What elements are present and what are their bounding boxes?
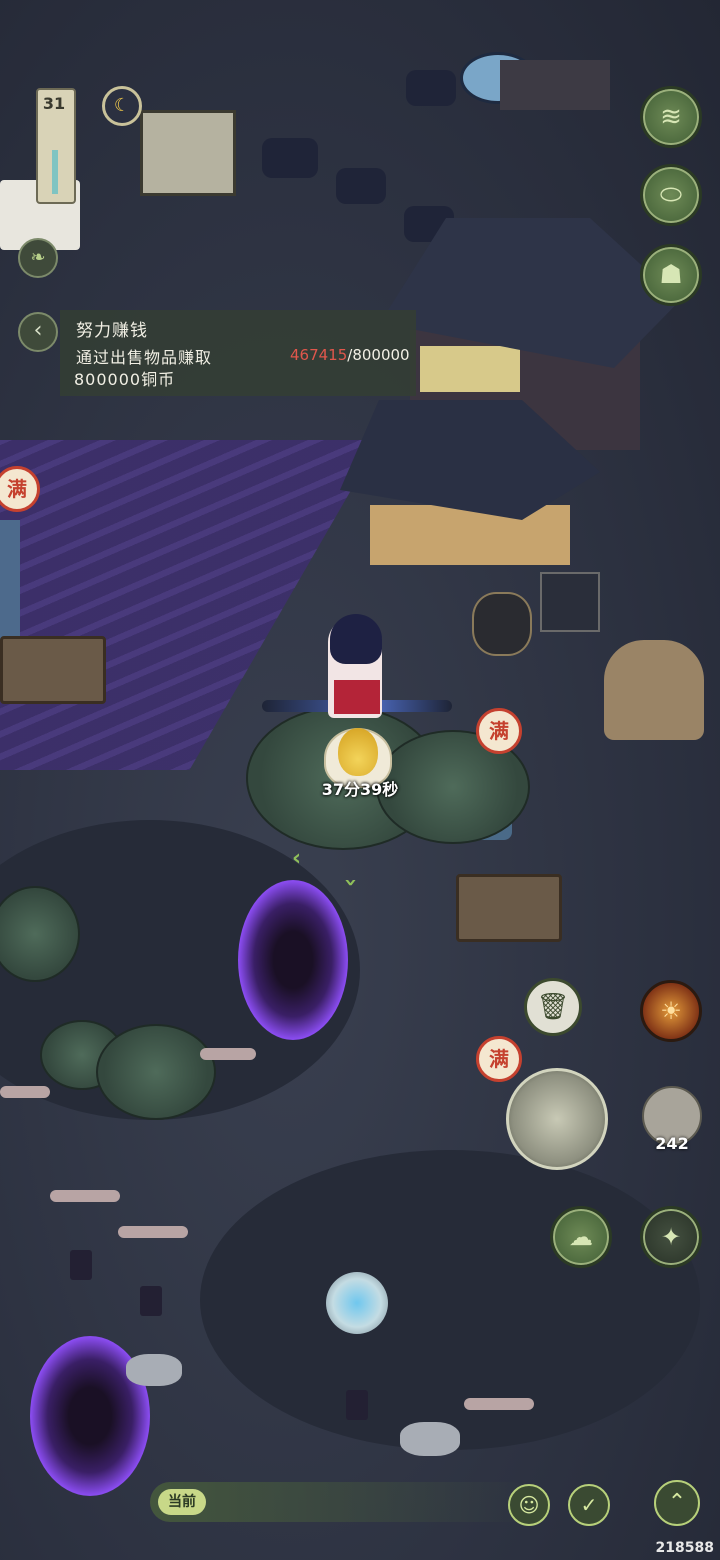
stump: [70, 1250, 92, 1280]
chevron-up-icon[interactable]: ⌃: [654, 1480, 700, 1526]
portal[interactable]: [238, 880, 348, 1040]
player-hair: [330, 614, 382, 664]
spirit-orb[interactable]: [326, 1272, 388, 1334]
arrow-down-icon: ‹: [338, 877, 364, 888]
quest-title: 努力赚钱: [76, 321, 148, 341]
water-wave-icon[interactable]: ≋: [640, 86, 702, 148]
player-level: 31: [42, 94, 66, 113]
cooking-pot[interactable]: [406, 70, 456, 106]
coordinates-readout: 218588: [655, 1540, 714, 1556]
notice-board[interactable]: [140, 110, 236, 196]
full-badge[interactable]: 满: [476, 1036, 522, 1082]
grain-sack[interactable]: [472, 592, 532, 656]
stump: [346, 1390, 368, 1420]
collapse-quest-button[interactable]: ‹: [18, 312, 58, 352]
rock: [126, 1354, 182, 1386]
log: [0, 1086, 50, 1098]
scarecrow[interactable]: [0, 520, 20, 640]
fire-demon-icon[interactable]: ☀: [640, 980, 702, 1042]
trash-icon[interactable]: 🗑: [524, 978, 582, 1036]
log: [50, 1190, 120, 1202]
stump: [140, 1286, 162, 1316]
quest-description-line1: 通过出售物品赚取: [76, 348, 213, 367]
cloud-icon[interactable]: ☁: [550, 1206, 612, 1268]
shuriken-icon[interactable]: ✦: [640, 1206, 702, 1268]
pot-icon[interactable]: ⬭: [640, 164, 702, 226]
bush: [96, 1024, 216, 1120]
level-progress-fill: [52, 150, 58, 194]
workbench[interactable]: [500, 60, 610, 110]
action-icon[interactable]: ✓: [568, 1484, 610, 1526]
ground-shadow: [200, 1150, 700, 1450]
player-skirt: [334, 680, 380, 714]
log: [118, 1226, 188, 1238]
storage-crate[interactable]: [456, 874, 562, 942]
storage-crate[interactable]: [0, 636, 106, 704]
quest-progress: 467415/800000: [290, 346, 410, 364]
log: [200, 1048, 256, 1060]
interact-button[interactable]: [506, 1068, 608, 1170]
scroll-count: 242: [655, 1134, 689, 1153]
harvest-timer: 37分39秒: [321, 780, 399, 799]
chat-channel-label[interactable]: 当前: [158, 1489, 206, 1515]
cooking-pot[interactable]: [336, 168, 386, 204]
leaf-icon[interactable]: ❧: [18, 238, 58, 278]
cooking-pot[interactable]: [262, 138, 318, 178]
quest-progress-current: 467415: [290, 346, 348, 364]
rock: [400, 1422, 460, 1456]
emoji-icon[interactable]: ☺: [508, 1484, 550, 1526]
quest-progress-total: /800000: [347, 346, 410, 364]
moon-icon[interactable]: ☾: [102, 86, 142, 126]
chat-bar[interactable]: [150, 1482, 530, 1522]
arrow-left-icon: ‹: [292, 846, 302, 871]
house-porch: [370, 505, 570, 565]
house-window: [420, 346, 520, 392]
full-badge[interactable]: 满: [476, 708, 522, 754]
haystack[interactable]: [604, 640, 704, 740]
demon-mask-icon[interactable]: ☗: [640, 244, 702, 306]
signpost[interactable]: [540, 572, 600, 632]
quest-description-line2: 800000铜币: [74, 370, 176, 389]
game-viewport[interactable]: 31 ☾ ❧ ‹ 努力赚钱 通过出售物品赚取 800000铜币 467415/8…: [0, 0, 720, 1560]
log: [464, 1398, 534, 1410]
pear-icon: [338, 728, 378, 776]
